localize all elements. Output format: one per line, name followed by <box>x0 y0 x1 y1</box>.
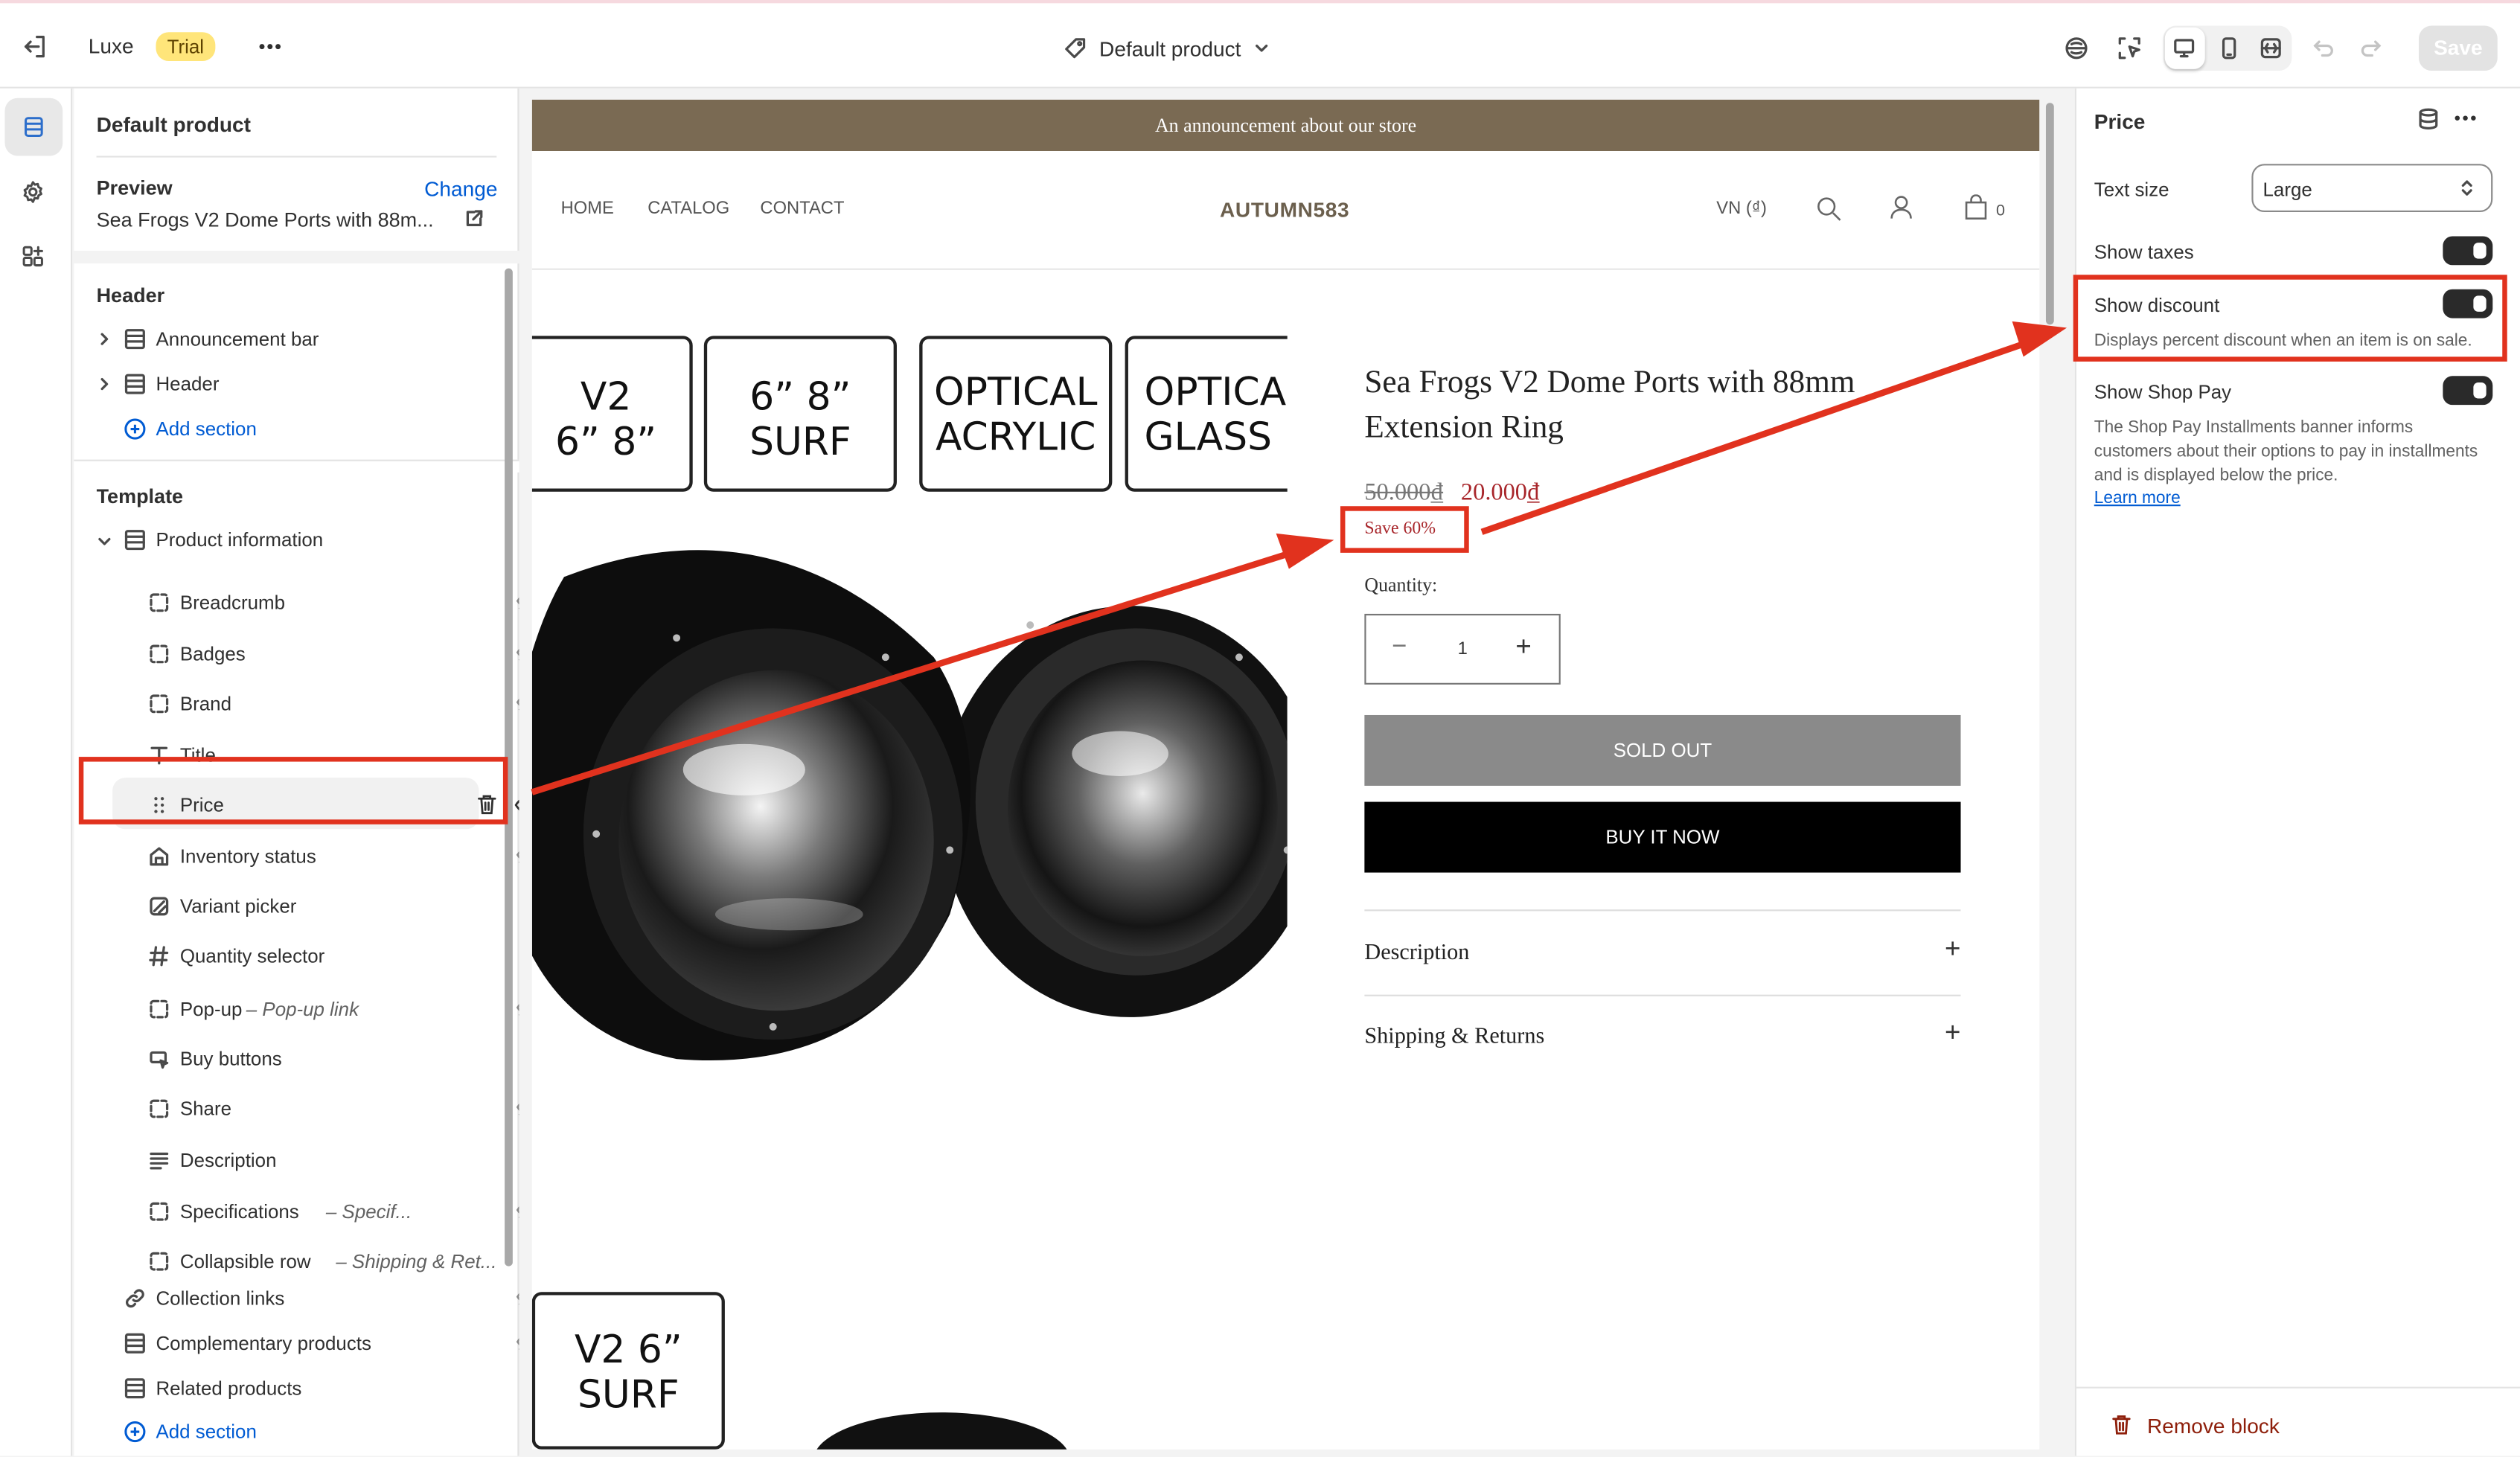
arrowhead <box>1276 533 1334 569</box>
annotation-arrows <box>531 321 2068 795</box>
annotation-arrow-save-to-discount <box>1480 337 2035 535</box>
annotation-arrow-price-to-save <box>531 546 1303 795</box>
arrowhead <box>2012 321 2068 357</box>
